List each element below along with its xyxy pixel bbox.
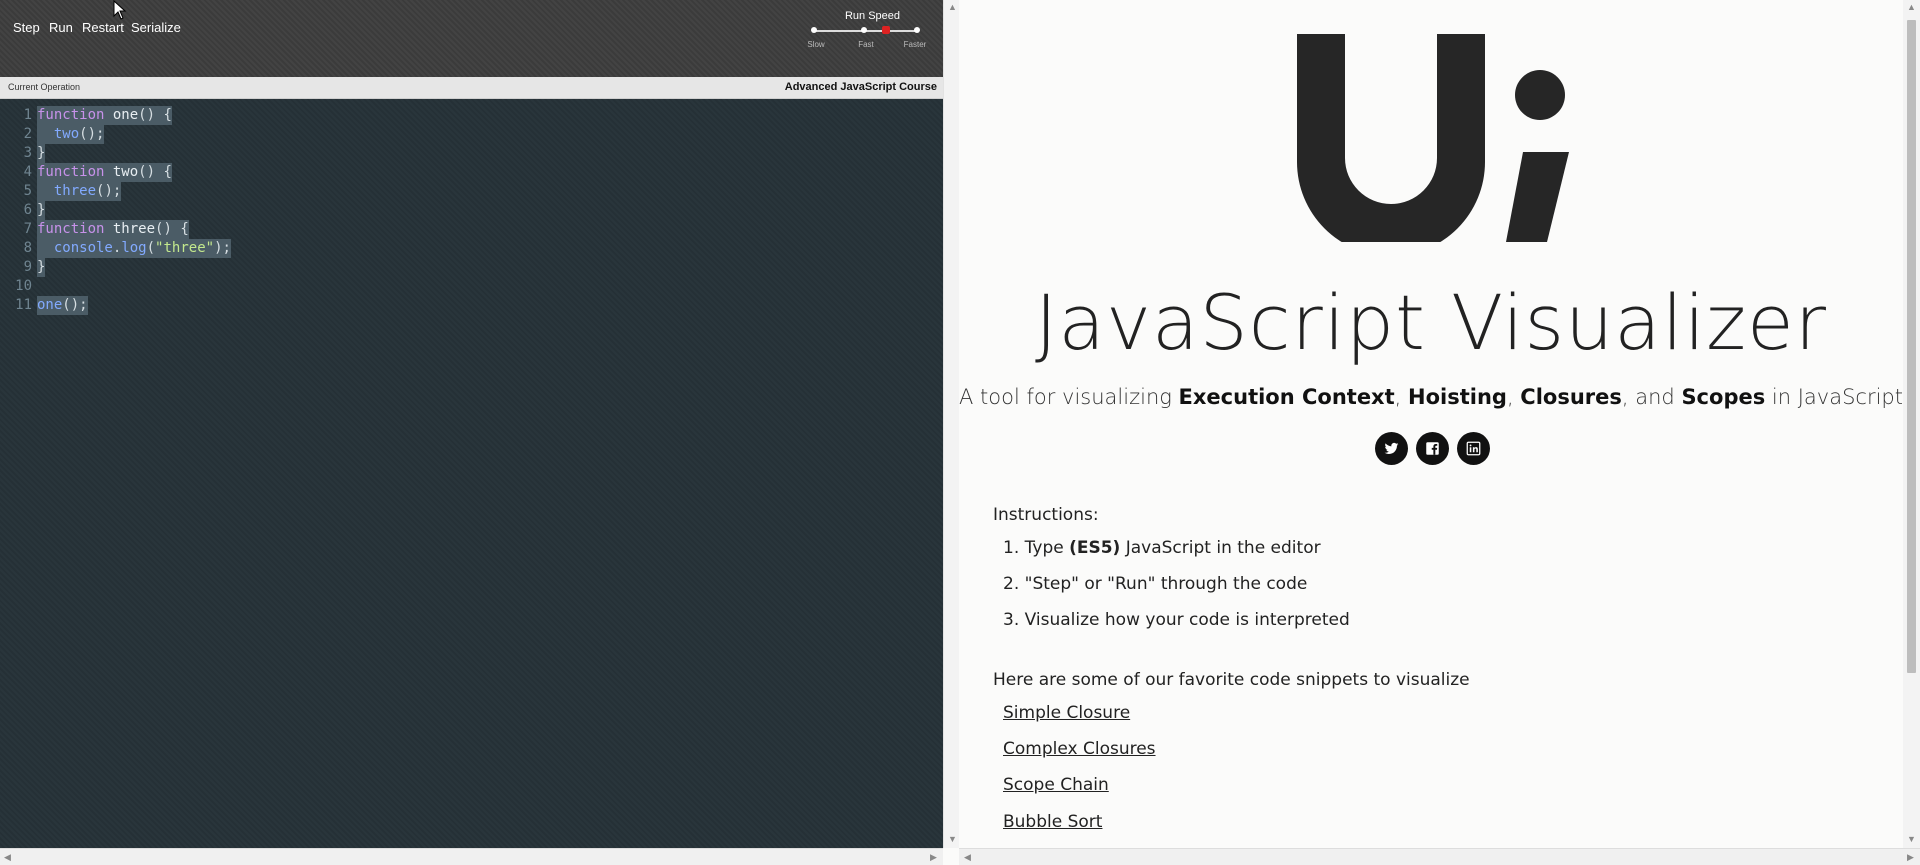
instructions-title: Instructions: (993, 505, 1099, 525)
mouse-cursor-icon (113, 0, 127, 20)
code-text[interactable]: two(); (37, 125, 105, 144)
snippet-link-complex-closures[interactable]: Complex Closures (1003, 739, 1156, 759)
speed-stop-slow[interactable] (811, 27, 817, 33)
social-links (1375, 432, 1490, 466)
line-number: 10 (15, 278, 32, 294)
speed-tick-faster: Faster (903, 40, 927, 49)
scroll-down-icon[interactable]: ▼ (948, 834, 957, 844)
facebook-icon[interactable] (1416, 432, 1449, 465)
speed-stop-faster[interactable] (914, 27, 920, 33)
course-link[interactable]: Advanced JavaScript Course (785, 81, 937, 93)
code-text[interactable]: } (37, 258, 46, 277)
code-line[interactable]: 2 two(); (0, 125, 943, 144)
info-pane: JavaScript Visualizer A tool for visuali… (959, 0, 1903, 848)
code-line[interactable]: 7 function three() { (0, 220, 943, 239)
line-number: 4 (23, 164, 32, 180)
code-line[interactable]: 8 console.log("three"); (0, 239, 943, 258)
scroll-left-icon[interactable]: ◀ (4, 852, 11, 863)
line-number: 5 (23, 183, 32, 199)
line-number: 7 (23, 221, 32, 237)
scroll-down-icon[interactable]: ▼ (1907, 834, 1916, 844)
code-text[interactable]: function one() { (37, 106, 172, 125)
step-button[interactable]: Step (13, 19, 40, 37)
editor-horizontal-scrollbar[interactable]: ◀ ▶ (0, 848, 943, 865)
scroll-right-icon[interactable]: ▶ (930, 852, 937, 863)
line-number: 1 (23, 107, 32, 123)
code-text[interactable]: console.log("three"); (37, 239, 231, 258)
pane-divider[interactable]: ▲ ▼ (943, 0, 960, 848)
code-editor[interactable]: 1 function one() { 2 two(); 3 } 4 functi… (0, 99, 943, 848)
current-operation-bar: Current Operation Advanced JavaScript Co… (0, 77, 943, 99)
snippet-link-bubble-sort[interactable]: Bubble Sort (1003, 812, 1102, 832)
snippet-link-simple-closure[interactable]: Simple Closure (1003, 703, 1130, 723)
code-text[interactable]: function two() { (37, 163, 172, 182)
code-line[interactable]: 3 } (0, 144, 943, 163)
line-number: 6 (23, 202, 32, 218)
speed-stop-fast[interactable] (861, 27, 867, 33)
instruction-item: 3. Visualize how your code is interprete… (1003, 610, 1350, 630)
snippets-title: Here are some of our favorite code snipp… (993, 670, 1470, 690)
code-text[interactable]: one(); (37, 296, 88, 315)
scrollbar-thumb[interactable] (1907, 20, 1916, 673)
run-speed-slider[interactable] (811, 26, 920, 34)
code-line[interactable]: 4 function two() { (0, 163, 943, 182)
instruction-item: 1. Type (ES5) JavaScript in the editor (1003, 538, 1321, 558)
serialize-button[interactable]: Serialize (131, 19, 181, 37)
instruction-item: 2. "Step" or "Run" through the code (1003, 574, 1308, 594)
code-text[interactable]: } (37, 201, 46, 220)
speed-tick-fast: Fast (858, 40, 874, 49)
speed-slider-thumb[interactable] (882, 26, 890, 34)
page-horizontal-scrollbar[interactable]: ◀ ▶ (959, 848, 1920, 865)
code-line[interactable]: 1 function one() { (0, 106, 943, 125)
scroll-up-icon[interactable]: ▲ (1907, 2, 1916, 12)
line-number: 8 (23, 240, 32, 256)
page-subtitle: A tool for visualizing Execution Context… (959, 385, 1903, 409)
code-line[interactable]: 5 three(); (0, 182, 943, 201)
scroll-up-icon[interactable]: ▲ (948, 2, 957, 12)
current-operation-label: Current Operation (8, 82, 81, 92)
editor-pane: Step Run Restart Serialize Run Speed Slo… (0, 0, 943, 865)
snippet-link-scope-chain[interactable]: Scope Chain (1003, 775, 1109, 795)
code-line[interactable]: 6 } (0, 201, 943, 220)
speed-tick-slow: Slow (807, 40, 825, 49)
page-vertical-scrollbar[interactable]: ▲ ▼ (1903, 0, 1920, 848)
scroll-right-icon[interactable]: ▶ (1907, 852, 1914, 863)
linkedin-icon[interactable] (1457, 432, 1490, 465)
code-text[interactable]: function three() { (37, 220, 189, 239)
line-number: 2 (23, 126, 32, 142)
code-line[interactable]: 11 one(); (0, 296, 943, 315)
run-speed-label: Run Speed (844, 10, 901, 22)
ui-logo (1297, 34, 1569, 242)
restart-button[interactable]: Restart (82, 19, 124, 37)
code-text[interactable]: } (37, 144, 46, 163)
line-number: 3 (23, 145, 32, 161)
code-line[interactable]: 10 (0, 277, 943, 296)
line-number: 9 (23, 259, 32, 275)
run-button[interactable]: Run (49, 19, 73, 37)
code-text[interactable]: three(); (37, 182, 122, 201)
page-title: JavaScript Visualizer (1034, 278, 1828, 367)
line-number: 11 (15, 297, 32, 313)
code-line[interactable]: 9 } (0, 258, 943, 277)
toolbar: Step Run Restart Serialize Run Speed Slo… (0, 0, 943, 77)
twitter-icon[interactable] (1375, 432, 1408, 465)
scroll-left-icon[interactable]: ◀ (964, 852, 971, 863)
